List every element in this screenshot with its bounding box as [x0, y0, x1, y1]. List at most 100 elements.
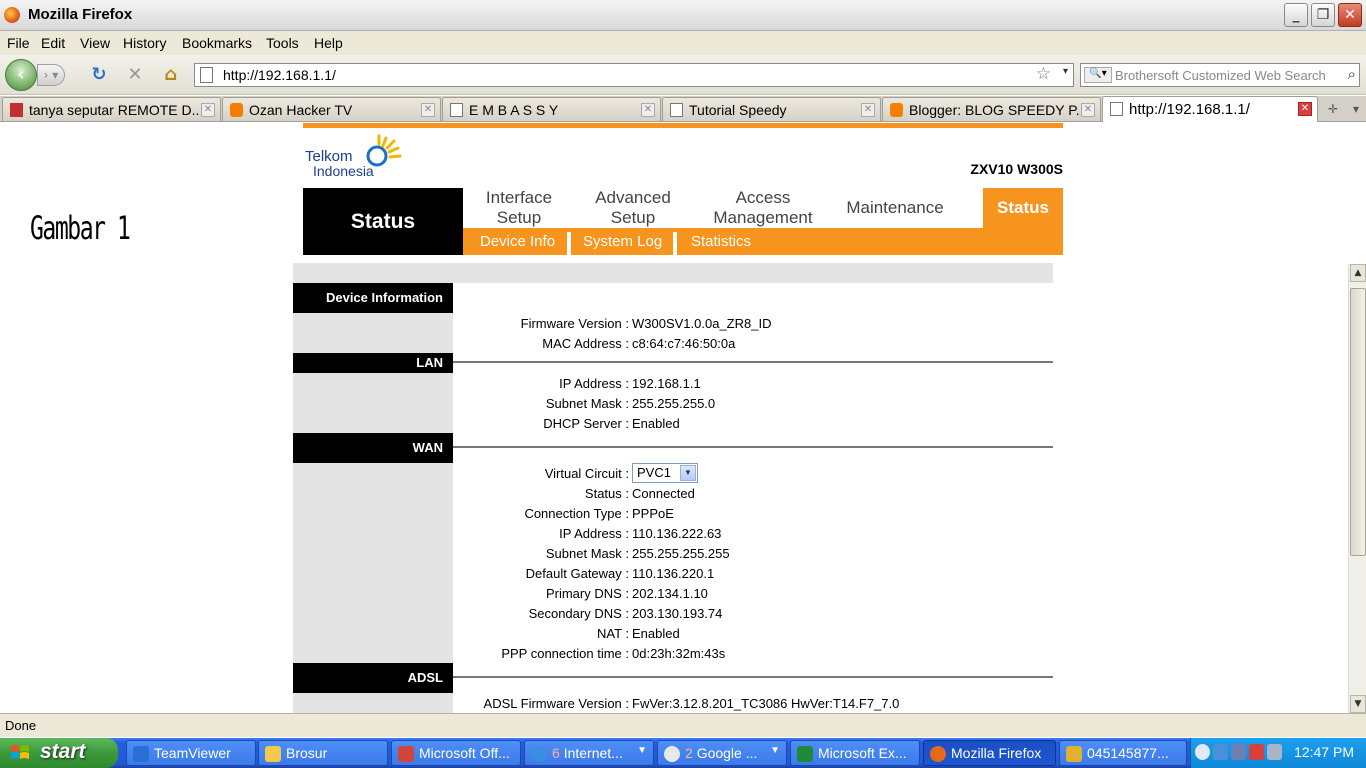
menu-help[interactable]: Help	[314, 35, 343, 51]
tray-arrow-icon[interactable]	[1195, 744, 1210, 760]
close-window-button[interactable]: ✕	[1338, 3, 1362, 27]
tab-remote[interactable]: tanya seputar REMOTE D... ✕	[2, 97, 221, 121]
start-label: start	[40, 740, 86, 763]
search-bar[interactable]: 🔍▾ Brothersoft Customized Web Search ⌕	[1080, 63, 1360, 87]
vertical-scrollbar[interactable]: ▲ ▼	[1348, 264, 1366, 713]
scroll-up-icon[interactable]: ▲	[1350, 264, 1366, 282]
row-value: Connected	[632, 486, 695, 501]
office-icon	[398, 746, 414, 762]
chevron-down-icon: ▼	[770, 745, 780, 756]
row-value: Enabled	[632, 416, 680, 431]
menu-tools[interactable]: Tools	[266, 35, 299, 51]
info-row: Default Gateway : 110.136.220.1	[293, 566, 1053, 586]
menu-maintenance[interactable]: Maintenance	[835, 188, 955, 228]
tab-bar: tanya seputar REMOTE D... ✕ Ozan Hacker …	[0, 96, 1366, 122]
row-label: Primary DNS :	[545, 586, 629, 601]
tab-label: Blogger: BLOG SPEEDY P...	[909, 102, 1079, 118]
volume-icon[interactable]	[1267, 744, 1282, 760]
navigation-toolbar: ‹ › ▾ ↻ ✕ ⌂ http://192.168.1.1/ ☆ ▾ 🔍▾ B…	[0, 55, 1366, 95]
row-value: 202.134.1.10	[632, 586, 708, 601]
search-go-icon[interactable]: ⌕	[1348, 65, 1356, 83]
tab-close-icon[interactable]: ✕	[641, 103, 655, 117]
home-icon[interactable]: ⌂	[160, 64, 182, 86]
taskbar-item-microsoft-excel[interactable]: Microsoft Ex...	[790, 740, 920, 766]
tab-close-icon[interactable]: ✕	[421, 103, 435, 117]
taskbar-label: Brosur	[286, 745, 328, 761]
taskbar-label-text: Google ...	[696, 745, 758, 761]
device-info-panel: Device Information Firmware Version : W3…	[293, 263, 1053, 713]
taskbar-label: Microsoft Ex...	[818, 745, 907, 761]
menu-file[interactable]: File	[7, 35, 30, 51]
page-viewport: Gambar 1 Telkom Indonesia ZXV10 W300S St…	[0, 123, 1348, 713]
tab-list-icon[interactable]: ▾	[1345, 99, 1366, 119]
scrollbar-thumb[interactable]	[1350, 288, 1366, 556]
menu-edit[interactable]: Edit	[41, 35, 65, 51]
menu-access-management[interactable]: Access Management	[691, 188, 835, 228]
tab-blogger-speedy[interactable]: Blogger: BLOG SPEEDY P... ✕	[882, 97, 1101, 121]
taskbar-item-google[interactable]: 2 Google ... ▼	[657, 740, 787, 766]
menu-status[interactable]: Status	[983, 188, 1063, 228]
new-tab-icon[interactable]: ✛	[1322, 99, 1344, 119]
tab-close-icon[interactable]: ✕	[861, 103, 875, 117]
orange-top-strip	[303, 123, 1063, 128]
menu-advanced-setup[interactable]: Advanced Setup	[575, 188, 691, 228]
tab-label: Tutorial Speedy	[689, 102, 787, 118]
restore-button[interactable]: ❐	[1311, 3, 1335, 27]
tab-ozan-hacker[interactable]: Ozan Hacker TV ✕	[222, 97, 441, 121]
tab-tutorial-speedy[interactable]: Tutorial Speedy ✕	[662, 97, 881, 121]
row-value: 203.130.193.74	[632, 606, 723, 621]
url-dropdown-icon[interactable]: ▾	[1063, 66, 1068, 77]
taskbar-item-teamviewer[interactable]: TeamViewer	[126, 740, 256, 766]
url-bar[interactable]: http://192.168.1.1/ ☆ ▾	[194, 63, 1074, 87]
row-label: Connection Type :	[524, 506, 629, 521]
document-icon	[1066, 746, 1082, 762]
chevron-down-icon[interactable]: ▼	[680, 465, 696, 481]
tab-router-active[interactable]: http://192.168.1.1/ ✕	[1102, 96, 1318, 122]
info-row: ADSL Firmware Version : FwVer:3.12.8.201…	[293, 696, 1053, 713]
reload-icon[interactable]: ↻	[88, 64, 110, 86]
system-tray: 12:47 PM	[1190, 738, 1366, 768]
submenu-system-log[interactable]: System Log	[583, 228, 662, 255]
taskbar-item-internet-explorer[interactable]: 6 Internet... ▼	[524, 740, 654, 766]
internet-explorer-icon	[531, 746, 547, 762]
taskbar-label: 045145877...	[1087, 745, 1169, 761]
scroll-down-icon[interactable]: ▼	[1350, 695, 1366, 713]
taskbar-item-document[interactable]: 045145877...	[1059, 740, 1187, 766]
antivirus-icon[interactable]	[1249, 744, 1264, 760]
search-input[interactable]: Brothersoft Customized Web Search	[1115, 68, 1341, 83]
tab-close-icon[interactable]: ✕	[1081, 103, 1095, 117]
taskbar-item-mozilla-firefox[interactable]: Mozilla Firefox	[923, 740, 1056, 766]
tab-embassy[interactable]: E M B A S S Y ✕	[442, 97, 661, 121]
firefox-icon	[930, 746, 946, 762]
tab-close-icon[interactable]: ✕	[1298, 102, 1312, 116]
menu-interface-setup[interactable]: Interface Setup	[463, 188, 575, 228]
minimize-button[interactable]: _	[1284, 3, 1308, 27]
start-button[interactable]: start	[0, 738, 118, 768]
submenu-divider	[673, 232, 677, 255]
tab-close-icon[interactable]: ✕	[201, 103, 215, 117]
menu-view[interactable]: View	[80, 35, 110, 51]
taskbar-item-brosur[interactable]: Brosur	[258, 740, 388, 766]
menu-history[interactable]: History	[123, 35, 167, 51]
url-input[interactable]: http://192.168.1.1/	[223, 67, 336, 83]
submenu-device-info[interactable]: Device Info	[480, 228, 555, 255]
clock: 12:47 PM	[1294, 744, 1354, 760]
row-label: ADSL Firmware Version :	[483, 696, 629, 711]
display-icon[interactable]	[1231, 744, 1246, 760]
tab-label: tanya seputar REMOTE D...	[29, 102, 199, 118]
network-icon[interactable]	[1213, 744, 1228, 760]
bookmark-star-icon[interactable]: ☆	[1036, 64, 1051, 84]
stop-icon[interactable]: ✕	[124, 64, 146, 86]
search-engine-icon[interactable]: 🔍▾	[1084, 67, 1112, 83]
virtual-circuit-select[interactable]: PVC1 ▼	[632, 463, 698, 483]
section-device-information: Device Information	[293, 283, 453, 313]
submenu-statistics[interactable]: Statistics	[691, 228, 751, 255]
back-button[interactable]: ‹	[5, 59, 37, 91]
taskbar-item-microsoft-office[interactable]: Microsoft Off...	[391, 740, 521, 766]
window-count: 2	[685, 745, 693, 761]
row-value: W300SV1.0.0a_ZR8_ID	[632, 316, 772, 331]
forward-button[interactable]: › ▾	[37, 64, 65, 86]
menu-bookmarks[interactable]: Bookmarks	[182, 35, 252, 51]
info-row: Primary DNS : 202.134.1.10	[293, 586, 1053, 606]
panel-top-bar	[293, 263, 1053, 283]
